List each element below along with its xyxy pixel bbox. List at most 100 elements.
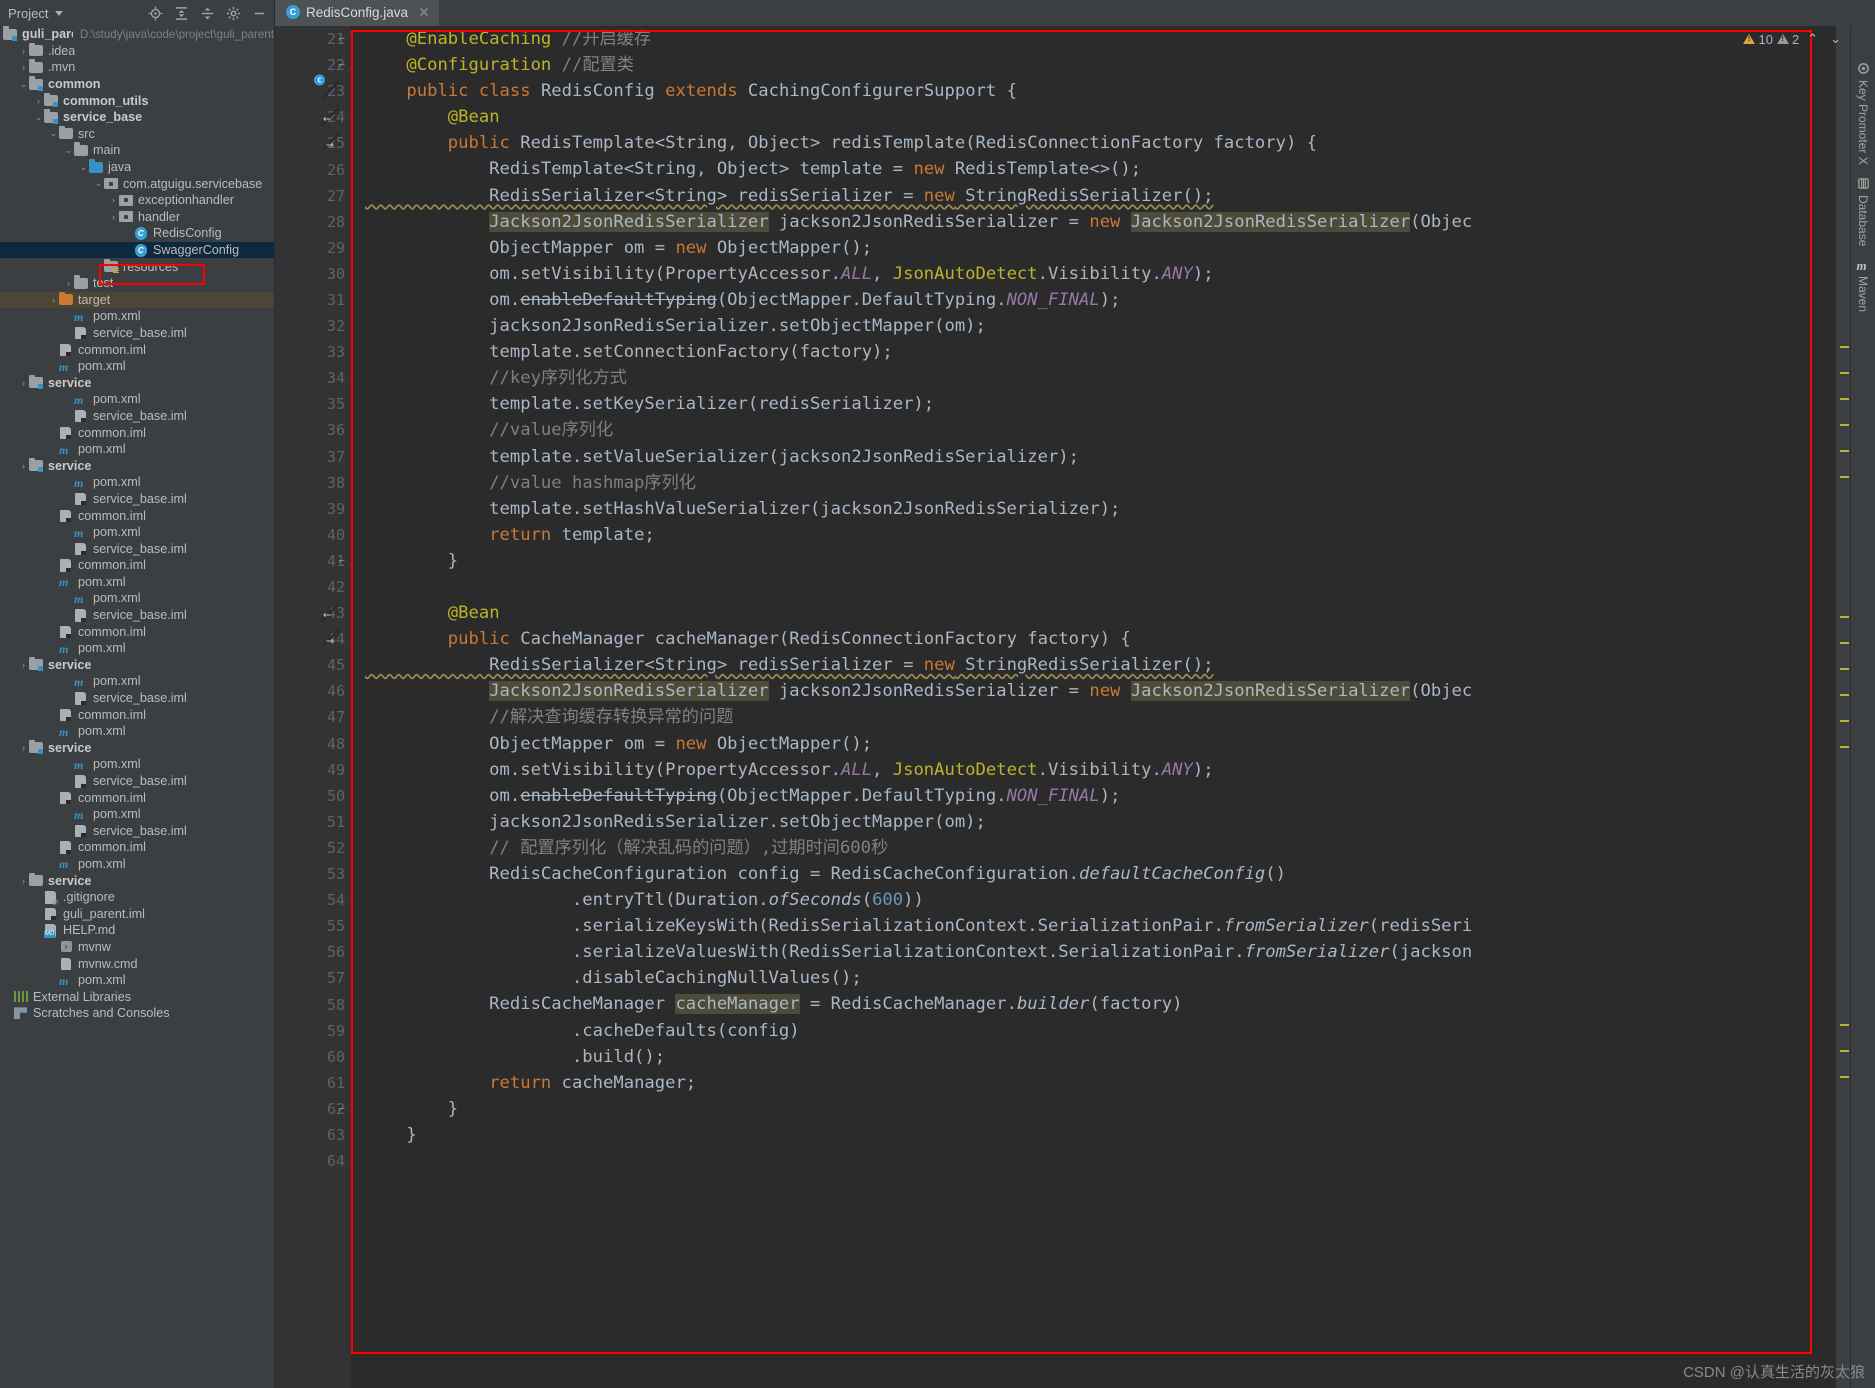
- code-line-37[interactable]: template.setValueSerializer(jackson2Json…: [365, 444, 1836, 470]
- code-line-33[interactable]: template.setConnectionFactory(factory);: [365, 339, 1836, 365]
- gutter-line-47[interactable]: 47: [275, 704, 351, 730]
- tree-item-pom-xml[interactable]: m pom.xml: [0, 308, 274, 325]
- chevron-right-icon[interactable]: ›: [48, 295, 59, 305]
- tree-item-main[interactable]: ⌄ main: [0, 142, 274, 159]
- chevron-down-icon[interactable]: ⌄: [18, 79, 29, 90]
- inspection-status[interactable]: 10 2 ⌃ ⌄: [1743, 26, 1850, 52]
- code-line-29[interactable]: ObjectMapper om = new ObjectMapper();: [365, 235, 1836, 261]
- gutter-line-38[interactable]: 38: [275, 470, 351, 496]
- gutter-line-56[interactable]: 56: [275, 939, 351, 965]
- gutter-line-52[interactable]: 52: [275, 835, 351, 861]
- gutter-line-22[interactable]: 22 ⌐: [275, 52, 351, 78]
- code-line-31[interactable]: om.enableDefaultTyping(ObjectMapper.Defa…: [365, 287, 1836, 313]
- prev-problem-icon[interactable]: ⌃: [1803, 31, 1822, 47]
- chevron-down-icon[interactable]: ⌄: [93, 178, 104, 189]
- bean-navigate-icon[interactable]: →: [322, 135, 339, 152]
- gutter-line-61[interactable]: 61: [275, 1070, 351, 1096]
- chevron-right-icon[interactable]: ›: [18, 876, 29, 886]
- gutter-line-46[interactable]: 46: [275, 678, 351, 704]
- tool-tab-maven[interactable]: m Maven: [1856, 252, 1870, 318]
- tree-item-mvnw[interactable]: › mvnw: [0, 939, 274, 956]
- gutter-line-58[interactable]: 58: [275, 991, 351, 1017]
- chevron-right-icon[interactable]: ›: [108, 212, 119, 222]
- chevron-down-icon[interactable]: ⌄: [63, 145, 74, 156]
- tree-item-service-base-iml[interactable]: service_base.iml: [0, 325, 274, 342]
- code-line-50[interactable]: om.enableDefaultTyping(ObjectMapper.Defa…: [365, 783, 1836, 809]
- code-line-45[interactable]: RedisSerializer<String> redisSerializer …: [365, 652, 1836, 678]
- chevron-down-icon[interactable]: ⌄: [33, 112, 44, 123]
- code-line-23[interactable]: public class RedisConfig extends Caching…: [365, 78, 1836, 104]
- gutter-line-26[interactable]: 26: [275, 156, 351, 182]
- bean-navigate-icon[interactable]: →: [322, 631, 339, 648]
- code-line-49[interactable]: om.setVisibility(PropertyAccessor.ALL, J…: [365, 757, 1836, 783]
- chevron-right-icon[interactable]: ›: [18, 660, 29, 670]
- chevron-right-icon[interactable]: ›: [108, 195, 119, 205]
- gutter-line-25[interactable]: →25: [275, 130, 351, 156]
- code-line-62[interactable]: }: [365, 1096, 1836, 1122]
- gutter-line-49[interactable]: 49: [275, 757, 351, 783]
- tree-item-gitignore[interactable]: .gitignore: [0, 889, 274, 906]
- run-class-icon[interactable]: C: [314, 74, 339, 100]
- code-line-27[interactable]: RedisSerializer<String> redisSerializer …: [365, 183, 1836, 209]
- code-line-63[interactable]: }: [365, 1122, 1836, 1148]
- gutter-line-28[interactable]: 28: [275, 209, 351, 235]
- tree-item-service-base-iml[interactable]: service_base.iml: [0, 773, 274, 790]
- chevron-right-icon[interactable]: ›: [33, 96, 44, 106]
- code-line-51[interactable]: jackson2JsonRedisSerializer.setObjectMap…: [365, 809, 1836, 835]
- code-line-35[interactable]: template.setKeySerializer(redisSerialize…: [365, 391, 1836, 417]
- gutter-line-41[interactable]: 41 ⌐: [275, 548, 351, 574]
- gutter-line-55[interactable]: 55: [275, 913, 351, 939]
- gutter-line-23[interactable]: C23: [275, 74, 351, 104]
- tree-item-common[interactable]: ⌄ common: [0, 76, 274, 93]
- code-line-24[interactable]: @Bean: [365, 104, 1836, 130]
- tree-item-com-atguigu-servicebase[interactable]: ⌄ com.atguigu.servicebase: [0, 175, 274, 192]
- chevron-right-icon[interactable]: ›: [18, 378, 29, 388]
- tree-item-mvnw-cmd[interactable]: mvnw.cmd: [0, 955, 274, 972]
- tree-item-pom-xml[interactable]: m pom.xml: [0, 723, 274, 740]
- tree-item-pom-xml[interactable]: m pom.xml: [0, 574, 274, 591]
- code-line-57[interactable]: .disableCachingNullValues();: [365, 965, 1836, 991]
- tree-item-service-base[interactable]: ⌄ service_base: [0, 109, 274, 126]
- inspection-scrollbar[interactable]: [1836, 26, 1850, 1388]
- project-panel-title[interactable]: Project: [8, 6, 48, 21]
- gutter-line-43[interactable]: ←43: [275, 600, 351, 626]
- tree-item-common-iml[interactable]: common.iml: [0, 341, 274, 358]
- code-line-28[interactable]: Jackson2JsonRedisSerializer jackson2Json…: [365, 209, 1836, 235]
- code-line-26[interactable]: RedisTemplate<String, Object> template =…: [365, 156, 1836, 182]
- code-content-area[interactable]: @EnableCaching //开启缓存 @Configuration //配…: [351, 26, 1836, 1388]
- tree-item-pom-xml[interactable]: m pom.xml: [0, 590, 274, 607]
- code-line-25[interactable]: public RedisTemplate<String, Object> red…: [365, 130, 1836, 156]
- code-line-30[interactable]: om.setVisibility(PropertyAccessor.ALL, J…: [365, 261, 1836, 287]
- code-line-64[interactable]: [365, 1148, 1836, 1174]
- code-line-46[interactable]: Jackson2JsonRedisSerializer jackson2Json…: [365, 678, 1836, 704]
- gutter-line-27[interactable]: 27: [275, 183, 351, 209]
- gutter-line-51[interactable]: 51: [275, 809, 351, 835]
- tree-item-pom-xml[interactable]: m pom.xml: [0, 474, 274, 491]
- next-problem-icon[interactable]: ⌄: [1826, 31, 1845, 47]
- gutter-line-30[interactable]: 30: [275, 261, 351, 287]
- code-line-55[interactable]: .serializeKeysWith(RedisSerializationCon…: [365, 913, 1836, 939]
- gutter-line-31[interactable]: 31: [275, 287, 351, 313]
- gutter-line-45[interactable]: 45: [275, 652, 351, 678]
- tree-item-service-base-iml[interactable]: service_base.iml: [0, 823, 274, 840]
- gutter-line-40[interactable]: 40: [275, 522, 351, 548]
- close-icon[interactable]: ✕: [418, 4, 430, 21]
- tree-item-common-iml[interactable]: common.iml: [0, 623, 274, 640]
- tree-item-handler[interactable]: › handler: [0, 209, 274, 226]
- tree-item-pom-xml[interactable]: m pom.xml: [0, 441, 274, 458]
- gutter-line-37[interactable]: 37: [275, 444, 351, 470]
- code-line-47[interactable]: //解决查询缓存转换异常的问题: [365, 704, 1836, 730]
- tree-item-target[interactable]: › target: [0, 291, 274, 309]
- tree-item-service[interactable]: › service: [0, 656, 274, 674]
- chevron-down-icon[interactable]: ⌄: [48, 128, 59, 139]
- tree-item-pom-xml[interactable]: m pom.xml: [0, 673, 274, 690]
- tree-item-pom-xml[interactable]: m pom.xml: [0, 756, 274, 773]
- chevron-right-icon[interactable]: ›: [18, 461, 29, 471]
- code-line-59[interactable]: .cacheDefaults(config): [365, 1018, 1836, 1044]
- tree-item-resources[interactable]: resources: [0, 258, 274, 275]
- code-line-40[interactable]: return template;: [365, 522, 1836, 548]
- code-line-22[interactable]: @Configuration //配置类: [365, 52, 1836, 78]
- tree-item-common-iml[interactable]: common.iml: [0, 839, 274, 856]
- code-line-39[interactable]: template.setHashValueSerializer(jackson2…: [365, 496, 1836, 522]
- hide-panel-icon[interactable]: [252, 6, 267, 21]
